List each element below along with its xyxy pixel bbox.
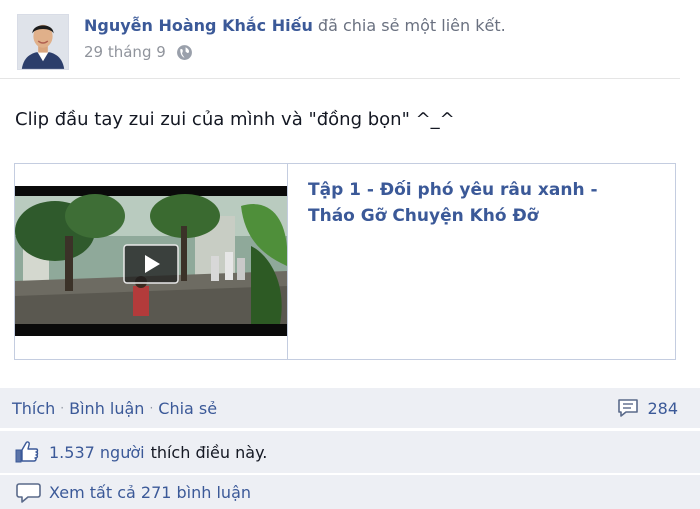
author-name-link[interactable]: Nguyễn Hoàng Khắc Hiếu <box>84 16 313 35</box>
thumbs-up-icon <box>15 441 39 463</box>
like-button[interactable]: Thích <box>12 399 55 418</box>
comments-count-link[interactable]: 284 <box>617 388 678 428</box>
action-separator: · <box>149 401 154 415</box>
author-photo <box>18 15 68 69</box>
share-button[interactable]: Chia sẻ <box>158 399 217 418</box>
comment-bubble-icon <box>16 483 41 503</box>
header-divider <box>0 78 680 79</box>
post-timestamp[interactable]: 29 tháng 9 <box>84 43 166 61</box>
video-thumbnail[interactable] <box>15 164 288 359</box>
view-comments-bar: Xem tất cả 271 bình luận <box>0 475 700 509</box>
post-header: Nguyễn Hoàng Khắc Hiếu đã chia sẻ một li… <box>84 16 506 35</box>
comments-count-value: 284 <box>647 398 678 418</box>
link-attachment: Tập 1 - Đối phó yêu râu xanh - Tháo Gỡ C… <box>14 163 676 360</box>
play-icon[interactable] <box>123 244 179 284</box>
author-avatar[interactable] <box>17 14 69 70</box>
action-separator: · <box>60 401 65 415</box>
comment-count-icon <box>618 399 639 417</box>
attachment-title-link[interactable]: Tập 1 - Đối phó yêu râu xanh - Tháo Gỡ C… <box>308 177 638 229</box>
comment-button[interactable]: Bình luận <box>69 399 144 418</box>
likes-summary-bar: 1.537 người thích điều này. <box>0 431 700 473</box>
post-meta: 29 tháng 9 <box>84 43 193 61</box>
action-bar: Thích · Bình luận · Chia sẻ 284 <box>0 388 700 428</box>
likes-suffix-text: thích điều này. <box>150 442 268 462</box>
globe-icon[interactable] <box>176 44 193 61</box>
likes-count-link[interactable]: 1.537 người <box>49 443 145 462</box>
post-action-text: đã chia sẻ một liên kết. <box>317 16 506 35</box>
post-message: Clip đầu tay zui zui của mình và "đồng b… <box>15 109 455 130</box>
view-all-comments-link[interactable]: Xem tất cả 271 bình luận <box>49 483 251 502</box>
